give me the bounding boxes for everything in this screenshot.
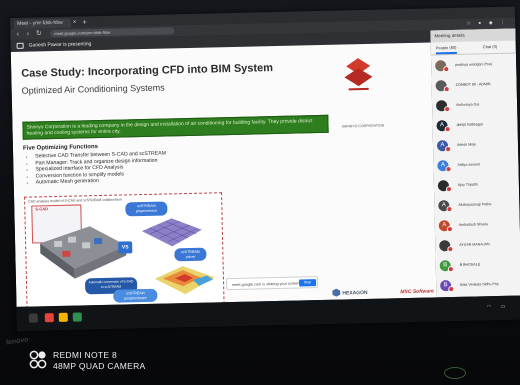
mesh-model-image xyxy=(141,218,202,247)
participant-name: ZOMBOT 80 - ADMIN xyxy=(455,82,491,87)
tab-people[interactable]: People (80) xyxy=(435,43,457,55)
functions-heading: Five Optimizing Functions xyxy=(22,144,99,152)
participant-name: Akshayaanugi Patha xyxy=(458,202,492,207)
participant-row[interactable]: A Akshayaanugi Patha xyxy=(434,194,519,216)
postprocessor-callout: scSTREAM postprocessor xyxy=(113,288,158,303)
camera-model-text: REDMI NOTE 8 xyxy=(53,350,118,360)
participant-row[interactable]: B Bala Venkata Sidhu Priy xyxy=(436,274,520,296)
mic-muted-icon xyxy=(443,86,450,93)
mic-muted-icon xyxy=(445,166,452,173)
participant-name: abhijit halbeagar xyxy=(456,122,483,127)
building-model-image xyxy=(40,226,127,279)
participant-name: B BHOSALE xyxy=(459,262,481,267)
mic-muted-icon xyxy=(447,265,454,273)
forward-arrow-icon[interactable]: › xyxy=(23,29,32,38)
reflection-ring xyxy=(444,367,466,379)
vs-arrow: VS xyxy=(118,241,133,254)
functions-list: Selective CAD Transfer between S-CAD and… xyxy=(27,150,167,186)
msc-software-logo: MSC Software xyxy=(400,288,435,296)
panel-tabs: People (80) Chat (0) xyxy=(430,40,516,56)
presentation-slide: Case Study: Incorporating CFD into BIM S… xyxy=(10,42,437,307)
chrome-icon[interactable] xyxy=(44,313,54,323)
participant-name: pradnya waingan (You) xyxy=(455,62,493,67)
participant-name: Ajay Tripathi xyxy=(457,182,478,187)
participant-row[interactable]: Aishwarya Gai xyxy=(432,95,517,117)
participant-row[interactable]: ZOMBOT 80 - ADMIN xyxy=(431,75,516,97)
solver-callout: scSTREAM solver xyxy=(174,247,207,262)
folder-icon[interactable] xyxy=(58,312,68,322)
screen-share-bar: meet.google.com is sharing your screen. … xyxy=(225,276,319,291)
participant-name: Adesh Mirje xyxy=(456,142,477,147)
camera-icon[interactable]: ● xyxy=(476,20,483,27)
participant-name: Ambadash Shukla xyxy=(458,222,489,227)
participant-name: Bala Venkata Sidhu Priy xyxy=(460,281,499,287)
participant-row[interactable]: Aabhijit halbeagar xyxy=(432,115,517,137)
mic-muted-icon xyxy=(447,246,454,253)
mic-muted-icon xyxy=(445,146,452,153)
slide-subtitle: Optimized Air Conditioning Systems xyxy=(21,82,165,96)
laptop-screen: Meet - ymr-fdsk-hbw × + ‹ › ↻ meet.googl… xyxy=(10,6,520,331)
stop-sharing-button[interactable]: Stop sharing xyxy=(299,279,317,291)
battery-icon[interactable]: ▭ xyxy=(501,304,506,310)
participants-panel: Meeting details People (80) Chat (0) pra… xyxy=(430,28,520,298)
participant-name: Aditya sawant xyxy=(457,162,480,167)
extension-icon[interactable]: ◆ xyxy=(487,20,494,27)
hexagon-logo: HEXAGON xyxy=(342,289,368,297)
participant-row[interactable]: AYUSH MAHAJAN xyxy=(435,234,520,256)
mic-muted-icon xyxy=(446,226,453,233)
mic-muted-icon xyxy=(448,285,455,293)
present-screen-icon xyxy=(16,42,24,49)
cfd-diagram: CAD analysis model of S-CAD and scSTREAM… xyxy=(24,192,225,307)
scad-label: S-CAD xyxy=(35,206,49,212)
menu-dots-icon[interactable]: ⋮ xyxy=(499,20,506,27)
participant-row[interactable]: Ajay Tripathi xyxy=(434,174,519,196)
participant-row[interactable]: pradnya waingan (You) xyxy=(431,55,516,77)
reload-icon[interactable]: ↻ xyxy=(34,29,43,38)
mic-muted-icon xyxy=(444,106,451,113)
mic-muted-icon xyxy=(445,186,453,193)
mic-muted-icon xyxy=(444,126,451,133)
url-field[interactable]: meet.google.com/ymr-fdsk-hbw xyxy=(50,27,175,38)
tab-chat[interactable]: Chat (0) xyxy=(483,43,498,51)
thermal-result-image xyxy=(154,266,215,295)
share-text: meet.google.com is sharing your screen. xyxy=(232,281,301,288)
participant-row[interactable]: BB BHOSALE xyxy=(436,254,520,276)
presenter-text: Ganesh Pawar is presenting xyxy=(28,41,92,49)
camera-spec-text: 48MP QUAD CAMERA xyxy=(53,361,146,371)
participant-list: pradnya waingan (You) ZOMBOT 80 - ADMIN Ai… xyxy=(431,55,520,297)
app-icon[interactable] xyxy=(72,312,82,322)
slide-title: Case Study: Incorporating CFD into BIM S… xyxy=(21,62,274,80)
participant-name: Aishwarya Gai xyxy=(456,102,480,107)
preprocessor-callout: scSTREAM preprocessor xyxy=(125,201,168,217)
participant-name: AYUSH MAHAJAN xyxy=(459,242,490,247)
new-tab-button[interactable]: + xyxy=(80,18,89,27)
start-icon[interactable] xyxy=(28,313,38,323)
wifi-icon[interactable]: ◠ xyxy=(487,304,492,310)
company-description: Shinryo Corporation is a leading company… xyxy=(22,114,329,140)
hexagon-logo-icon xyxy=(332,288,341,297)
close-icon[interactable]: × xyxy=(70,18,79,27)
participant-row[interactable]: A Adesh Mirje xyxy=(433,135,518,157)
shinryo-logo-icon xyxy=(344,58,373,91)
back-arrow-icon[interactable]: ‹ xyxy=(13,30,22,39)
diagram-caption: CAD analysis model of S-CAD and scSTREAM… xyxy=(28,197,123,204)
star-icon[interactable]: ☆ xyxy=(465,21,472,28)
company-caption: SHINRYO CORPORATION xyxy=(341,123,385,129)
camera-watermark-icon xyxy=(29,350,47,369)
participant-row[interactable]: A Ambadash Shukla xyxy=(435,214,520,236)
mic-muted-icon xyxy=(446,206,453,213)
participant-row[interactable]: A Aditya sawant xyxy=(433,155,518,177)
mic-muted-icon xyxy=(443,66,450,73)
